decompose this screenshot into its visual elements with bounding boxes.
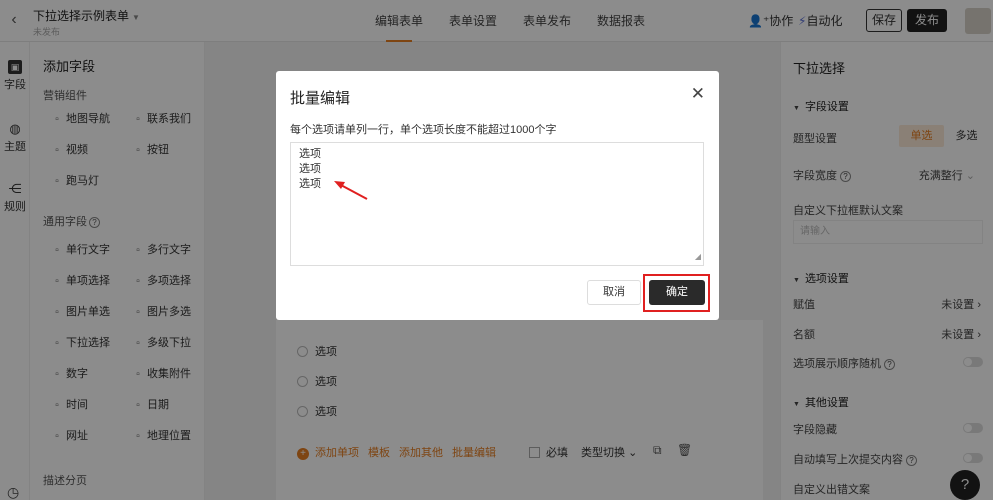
arrow-shaft — [338, 183, 368, 200]
arrow-head — [334, 181, 345, 189]
annotation-arrow — [334, 181, 368, 200]
